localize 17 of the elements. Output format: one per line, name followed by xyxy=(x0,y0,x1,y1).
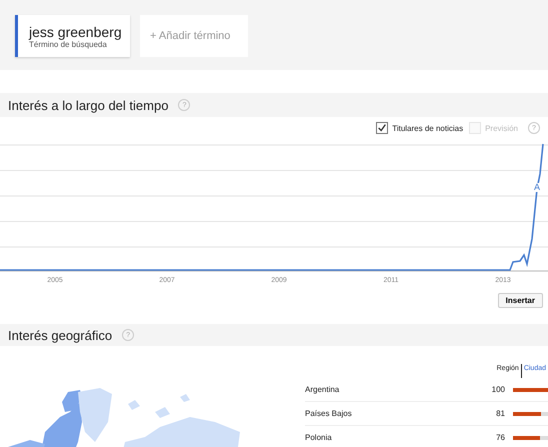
term-text: jess greenberg xyxy=(29,24,123,40)
annotation-marker[interactable]: A xyxy=(534,183,540,192)
region-name: Países Bajos xyxy=(305,409,353,418)
section-title: Interés a lo largo del tiempo xyxy=(8,98,168,112)
checkbox-label: Titulares de noticias xyxy=(392,124,464,132)
region-value: 100 xyxy=(490,385,505,394)
embed-button[interactable]: Insertar xyxy=(498,293,543,308)
region-value: 81 xyxy=(495,409,505,418)
section-title: Interés geográfico xyxy=(8,328,112,342)
term-card[interactable]: jess greenberg Término de búsqueda xyxy=(15,15,130,57)
region-name: Polonia xyxy=(305,433,333,442)
checkbox-label: Previsión xyxy=(485,124,518,132)
checkbox[interactable] xyxy=(376,122,388,134)
region-value: 76 xyxy=(495,433,505,442)
region-name: Argentina xyxy=(305,385,340,394)
add-term-button[interactable]: + Añadir término xyxy=(140,15,248,57)
term-subtitle: Término de búsqueda xyxy=(29,40,108,49)
